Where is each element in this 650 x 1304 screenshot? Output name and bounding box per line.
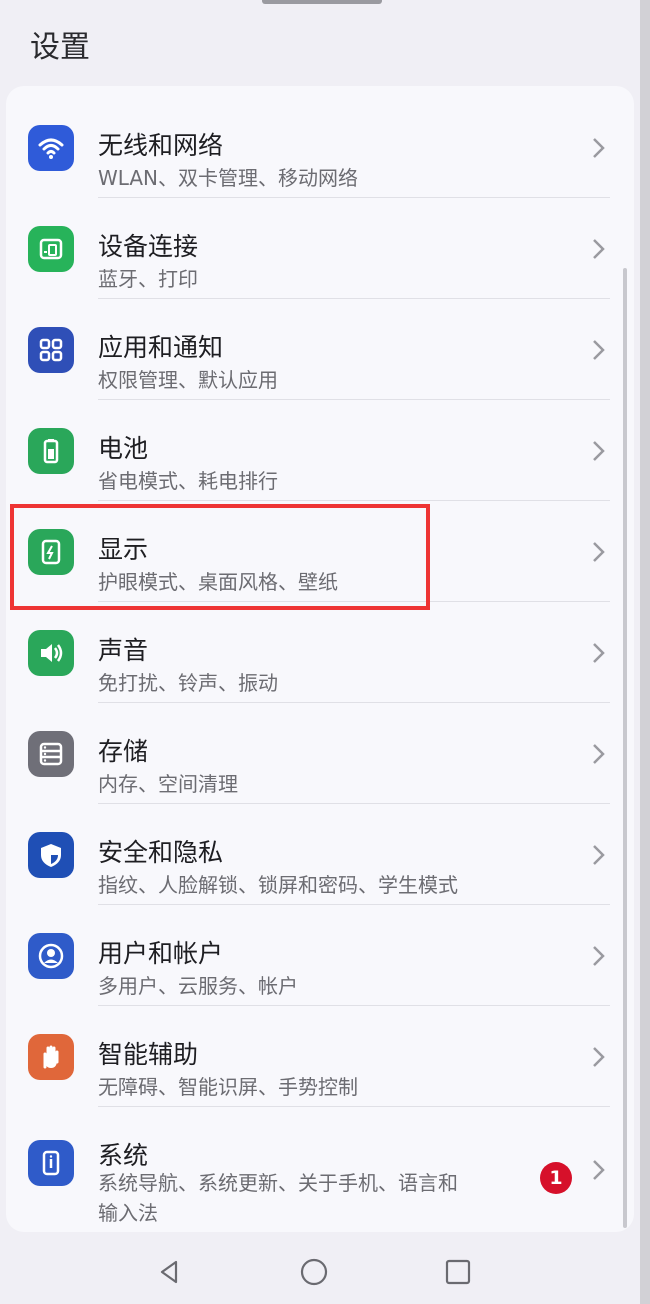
recents-button[interactable] bbox=[434, 1248, 482, 1296]
back-icon bbox=[160, 1260, 178, 1284]
back-button[interactable] bbox=[146, 1248, 194, 1296]
divider bbox=[98, 601, 610, 602]
item-label: 显示 bbox=[98, 535, 149, 564]
storage-icon bbox=[28, 731, 74, 777]
chevron-right-icon bbox=[593, 643, 605, 663]
divider bbox=[98, 1106, 610, 1107]
settings-item-battery[interactable]: 电池 省电模式、耗电排行 bbox=[6, 401, 634, 501]
chevron-right-icon bbox=[593, 239, 605, 259]
settings-item-smart-assist[interactable]: 智能辅助 无障碍、智能识屏、手势控制 bbox=[6, 1007, 634, 1107]
phone-screen: 设置 无线和网络 WLAN、双卡管理、移动网络 设备连接 蓝牙、打印 应用和通知 bbox=[0, 0, 650, 1304]
divider bbox=[98, 1005, 610, 1006]
settings-item-sound[interactable]: 声音 免打扰、铃声、振动 bbox=[6, 603, 634, 703]
item-subtitle: 蓝牙、打印 bbox=[98, 267, 198, 291]
chevron-right-icon bbox=[593, 946, 605, 966]
navigation-bar bbox=[0, 1240, 640, 1304]
notification-badge: 1 bbox=[540, 1162, 572, 1194]
speaker-icon bbox=[28, 630, 74, 676]
chevron-right-icon bbox=[593, 340, 605, 360]
item-subtitle: WLAN、双卡管理、移动网络 bbox=[98, 166, 359, 190]
settings-item-storage[interactable]: 存储 内存、空间清理 bbox=[6, 704, 634, 804]
divider bbox=[98, 399, 610, 400]
settings-list: 无线和网络 WLAN、双卡管理、移动网络 设备连接 蓝牙、打印 应用和通知 权限… bbox=[6, 86, 634, 1232]
chevron-right-icon bbox=[593, 138, 605, 158]
scrollbar[interactable] bbox=[623, 268, 627, 1228]
phone-info-icon bbox=[28, 1140, 74, 1186]
item-label: 无线和网络 bbox=[98, 131, 224, 160]
item-subtitle: 系统导航、系统更新、关于手机、语言和 输入法 bbox=[98, 1168, 458, 1228]
hand-icon bbox=[28, 1034, 74, 1080]
divider bbox=[98, 803, 610, 804]
shield-icon bbox=[28, 832, 74, 878]
item-subtitle: 省电模式、耗电排行 bbox=[98, 469, 278, 493]
notch bbox=[262, 0, 382, 4]
battery-icon bbox=[28, 428, 74, 474]
chevron-right-icon bbox=[593, 744, 605, 764]
apps-grid-icon bbox=[28, 327, 74, 373]
display-icon bbox=[28, 529, 74, 575]
home-button[interactable] bbox=[290, 1248, 338, 1296]
item-label: 智能辅助 bbox=[98, 1040, 199, 1069]
recents-icon bbox=[445, 1259, 471, 1285]
chevron-right-icon bbox=[593, 1160, 605, 1180]
settings-item-security-privacy[interactable]: 安全和隐私 指纹、人脸解锁、锁屏和密码、学生模式 bbox=[6, 805, 634, 905]
wifi-icon bbox=[28, 125, 74, 171]
chevron-right-icon bbox=[593, 441, 605, 461]
home-icon bbox=[300, 1258, 328, 1286]
divider bbox=[98, 197, 610, 198]
item-label: 存储 bbox=[98, 737, 149, 766]
item-subtitle: 多用户、云服务、帐户 bbox=[98, 974, 298, 998]
item-subtitle: 无障碍、智能识屏、手势控制 bbox=[98, 1075, 358, 1099]
item-subtitle: 内存、空间清理 bbox=[98, 772, 238, 796]
divider bbox=[98, 298, 610, 299]
settings-item-users-accounts[interactable]: 用户和帐户 多用户、云服务、帐户 bbox=[6, 906, 634, 1006]
item-label: 安全和隐私 bbox=[98, 838, 224, 867]
divider bbox=[98, 702, 610, 703]
item-label: 应用和通知 bbox=[98, 333, 224, 362]
settings-item-wireless-network[interactable]: 无线和网络 WLAN、双卡管理、移动网络 bbox=[6, 98, 634, 198]
divider bbox=[98, 904, 610, 905]
device-connect-icon bbox=[28, 226, 74, 272]
divider bbox=[98, 500, 610, 501]
item-label: 用户和帐户 bbox=[98, 939, 224, 968]
settings-item-device-connection[interactable]: 设备连接 蓝牙、打印 bbox=[6, 199, 634, 299]
item-label: 电池 bbox=[98, 434, 149, 463]
item-subtitle: 指纹、人脸解锁、锁屏和密码、学生模式 bbox=[98, 873, 458, 897]
settings-item-apps-notifications[interactable]: 应用和通知 权限管理、默认应用 bbox=[6, 300, 634, 400]
chevron-right-icon bbox=[593, 845, 605, 865]
page-title: 设置 bbox=[30, 30, 90, 65]
item-label: 系统 bbox=[98, 1141, 149, 1170]
user-icon bbox=[28, 933, 74, 979]
item-subtitle-line2: 输入法 bbox=[98, 1201, 158, 1225]
item-subtitle-line1: 系统导航、系统更新、关于手机、语言和 bbox=[98, 1171, 458, 1195]
item-subtitle: 护眼模式、桌面风格、壁纸 bbox=[98, 570, 338, 594]
item-label: 设备连接 bbox=[98, 232, 199, 261]
chevron-right-icon bbox=[593, 1047, 605, 1067]
item-subtitle: 权限管理、默认应用 bbox=[98, 368, 278, 392]
settings-item-display[interactable]: 显示 护眼模式、桌面风格、壁纸 bbox=[6, 502, 634, 602]
chevron-right-icon bbox=[593, 542, 605, 562]
item-subtitle: 免打扰、铃声、振动 bbox=[98, 671, 278, 695]
settings-item-system[interactable]: 系统 系统导航、系统更新、关于手机、语言和 输入法 1 bbox=[6, 1108, 634, 1232]
item-label: 声音 bbox=[98, 636, 149, 665]
